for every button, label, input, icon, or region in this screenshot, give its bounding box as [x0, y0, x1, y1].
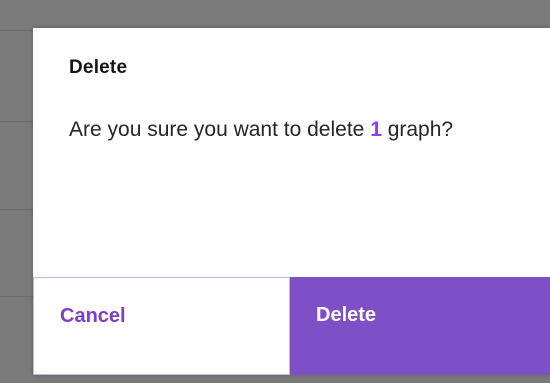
dialog-footer: Cancel Delete [33, 277, 550, 375]
cancel-button-label: Cancel [60, 305, 126, 327]
dialog-message-prefix: Are you sure you want to delete [69, 118, 371, 141]
delete-button[interactable]: Delete [290, 277, 550, 375]
delete-count: 1 [370, 118, 382, 141]
delete-button-label: Delete [316, 304, 377, 326]
delete-confirmation-dialog: Delete Are you sure you want to delete 1… [33, 28, 550, 375]
cancel-button[interactable]: Cancel [33, 277, 290, 375]
dialog-message-suffix: graph? [381, 118, 454, 141]
dialog-title: Delete [69, 57, 128, 78]
dialog-message: Are you sure you want to delete 1 graph? [69, 118, 453, 142]
